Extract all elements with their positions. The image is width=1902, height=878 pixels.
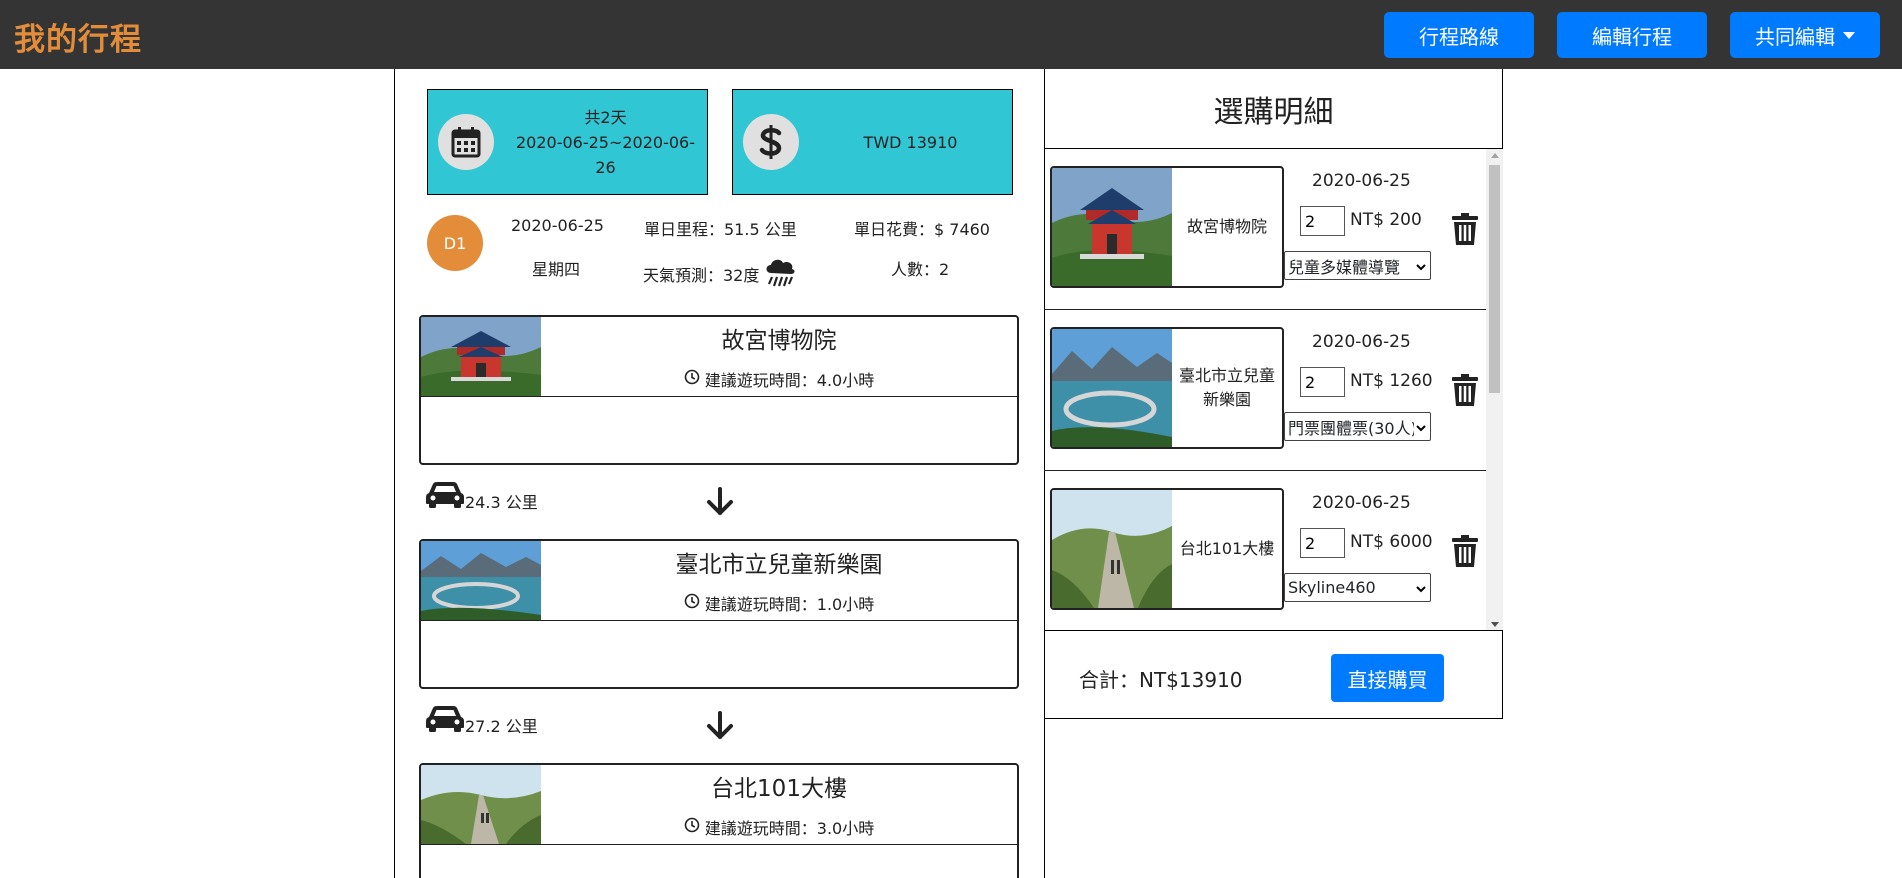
day-badge[interactable]: D1: [427, 215, 483, 271]
co-edit-dropdown-button[interactable]: 共同編輯: [1730, 12, 1880, 58]
spot-card[interactable]: 台北101大樓 建議遊玩時間：3.0小時: [419, 763, 1019, 878]
day-distance: 單日里程：51.5 公里: [644, 220, 797, 239]
car-icon: [425, 703, 465, 737]
spot-duration-text: 建議遊玩時間：1.0小時: [704, 595, 875, 614]
cart-total: 合計：NT$13910: [1079, 668, 1243, 692]
select-chevron-icon: [1416, 417, 1426, 436]
cart-item: 台北101大樓 2020-06-25 NT$ 6000 Skyline460: [1044, 471, 1486, 630]
cart-list[interactable]: 故宮博物院 2020-06-25 NT$ 200 兒童多媒體導覽: [1044, 149, 1503, 631]
day-weather: 天氣預測：32度: [643, 256, 797, 292]
ticket-option-value: Skyline460: [1288, 578, 1376, 597]
cart-item-card[interactable]: 台北101大樓: [1050, 488, 1284, 610]
trip-date-range: 2020-06-25~2020-06-26: [515, 132, 695, 177]
cart-item-thumbnail: [1052, 329, 1172, 447]
spot-title: 臺北市立兒童新樂園: [675, 552, 883, 578]
cart-item-card[interactable]: 臺北市立兒童新樂園: [1050, 327, 1284, 449]
quantity-input[interactable]: [1300, 367, 1345, 397]
cart-item: 故宮博物院 2020-06-25 NT$ 200 兒童多媒體導覽: [1044, 149, 1486, 310]
scroll-down-icon[interactable]: [1491, 622, 1499, 627]
cart-item-name: 臺北市立兒童新樂園: [1178, 366, 1275, 409]
trip-total-cost: TWD 13910: [863, 132, 958, 152]
ticket-option-value: 門票團體票(30人): [1288, 418, 1414, 438]
top-navbar: 我的行程 行程路線 編輯行程 共同編輯: [0, 0, 1902, 69]
caret-down-icon: [1843, 31, 1855, 39]
cart-item-price: NT$ 6000: [1350, 532, 1433, 552]
spot-thumbnail: [421, 541, 541, 620]
trash-icon[interactable]: [1452, 213, 1478, 249]
scrollbar-thumb[interactable]: [1489, 165, 1500, 393]
cost-summary-box: TWD 13910: [732, 89, 1013, 195]
purchase-detail-panel: 選購明細 故宮博物院 2020-06-25 2 NT$ 200 兒童多媒體導覽 …: [1044, 69, 1503, 719]
spot-card[interactable]: 故宮博物院 建議遊玩時間：4.0小時: [419, 315, 1019, 465]
cart-item-price: NT$ 200: [1350, 210, 1422, 230]
spot-duration: 建議遊玩時間：1.0小時: [541, 591, 1017, 615]
edit-itinerary-button[interactable]: 編輯行程: [1557, 12, 1707, 58]
clock-icon: [684, 817, 700, 837]
route-button[interactable]: 行程路線: [1384, 12, 1534, 58]
purchase-detail-title: 選購明細: [1044, 69, 1503, 149]
app-brand[interactable]: 我的行程: [14, 14, 142, 59]
buy-now-button[interactable]: 直接購買: [1331, 654, 1444, 702]
card-divider: [421, 844, 1017, 845]
card-divider: [421, 620, 1017, 621]
clock-icon: [684, 593, 700, 613]
transfer-distance: 27.2 公里: [425, 703, 538, 737]
spot-duration-text: 建議遊玩時間：3.0小時: [704, 819, 875, 838]
ticket-option-select[interactable]: 兒童多媒體導覽: [1284, 251, 1431, 280]
day-weekday: 星期四: [532, 260, 581, 279]
car-icon: [425, 479, 465, 513]
trip-days: 共2天: [584, 107, 627, 127]
day-weather-text: 天氣預測：32度: [643, 266, 760, 285]
cart-item-card[interactable]: 故宮博物院: [1050, 166, 1284, 288]
spot-title: 故宮博物院: [721, 328, 837, 354]
cart-item-date: 2020-06-25: [1312, 171, 1411, 191]
card-divider: [421, 396, 1017, 397]
cart-item-thumbnail: [1052, 168, 1172, 286]
spot-title: 台北101大樓: [711, 776, 847, 802]
arrow-down-icon: [705, 711, 735, 745]
cart-item-date: 2020-06-25: [1312, 332, 1411, 352]
arrow-down-icon: [705, 487, 735, 521]
ticket-option-select[interactable]: Skyline460: [1284, 573, 1431, 602]
days-summary-box: 共2天 2020-06-25~2020-06-26: [427, 89, 708, 195]
spot-thumbnail: [421, 317, 541, 396]
transfer-distance-text: 24.3 公里: [465, 493, 538, 512]
rain-cloud-icon: [763, 256, 797, 292]
trash-icon[interactable]: [1452, 374, 1478, 410]
day-people: 人數：2: [891, 260, 950, 279]
spot-thumbnail: [421, 765, 541, 844]
cart-scrollbar[interactable]: [1486, 149, 1503, 630]
cart-item-date: 2020-06-25: [1312, 493, 1411, 513]
quantity-input[interactable]: [1300, 528, 1345, 558]
trash-icon[interactable]: [1452, 535, 1478, 571]
transfer-distance-text: 27.2 公里: [465, 717, 538, 736]
ticket-option-select[interactable]: 門票團體票(30人): [1284, 412, 1431, 441]
spot-duration-text: 建議遊玩時間：4.0小時: [704, 371, 875, 390]
itinerary-panel: 共2天 2020-06-25~2020-06-26 TWD 13910 D1 2…: [394, 69, 1045, 878]
calendar-icon: [438, 114, 494, 170]
co-edit-label: 共同編輯: [1755, 24, 1835, 49]
day-date: 2020-06-25: [511, 216, 604, 235]
quantity-input[interactable]: [1300, 206, 1345, 236]
clock-icon: [684, 369, 700, 389]
cart-item-name: 故宮博物院: [1186, 217, 1267, 236]
dollar-icon: [743, 114, 799, 170]
cart-item-name: 台北101大樓: [1179, 539, 1275, 558]
day-cost: 單日花費：$ 7460: [854, 220, 990, 239]
spot-duration: 建議遊玩時間：4.0小時: [541, 367, 1017, 391]
ticket-option-value: 兒童多媒體導覽: [1288, 257, 1401, 277]
spot-duration: 建議遊玩時間：3.0小時: [541, 815, 1017, 839]
cart-item-thumbnail: [1052, 490, 1172, 608]
select-chevron-icon: [1416, 578, 1426, 597]
cart-item: 臺北市立兒童新樂園 2020-06-25 NT$ 1260 門票團體票(30人): [1044, 310, 1486, 471]
cart-item-price: NT$ 1260: [1350, 371, 1433, 391]
transfer-distance: 24.3 公里: [425, 479, 538, 513]
spot-card[interactable]: 臺北市立兒童新樂園 建議遊玩時間：1.0小時: [419, 539, 1019, 689]
select-chevron-icon: [1416, 256, 1426, 275]
scroll-up-icon[interactable]: [1491, 153, 1499, 158]
